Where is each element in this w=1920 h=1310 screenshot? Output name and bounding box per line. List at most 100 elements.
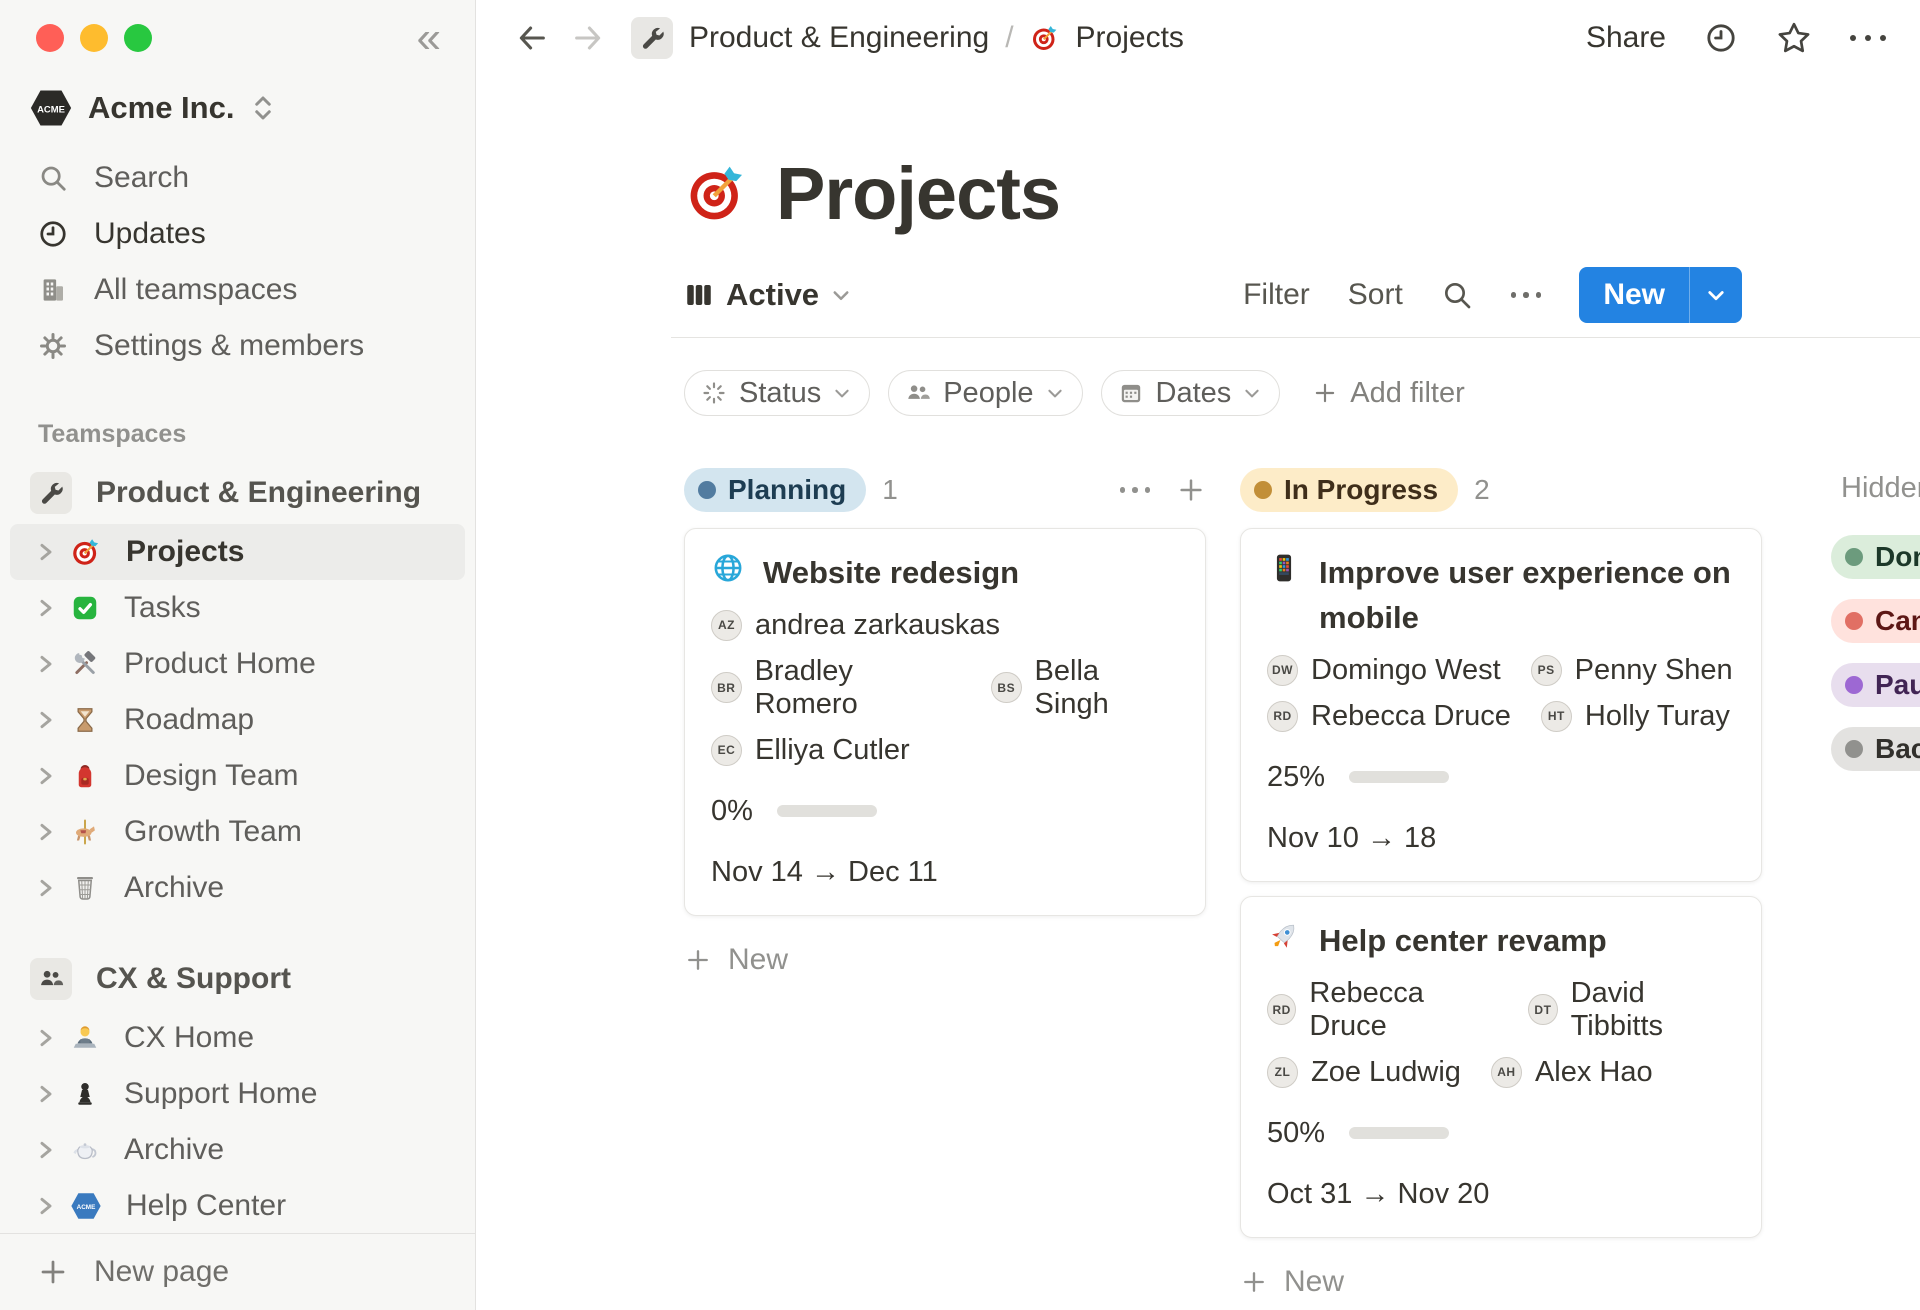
sidebar-item-tasks[interactable]: Tasks [10,580,465,636]
sidebar-item-settings[interactable]: Settings & members [0,318,475,374]
chevron-right-icon [38,652,54,676]
column-add-icon[interactable] [1176,475,1206,505]
hidden-group-done[interactable]: Done [1831,535,1920,579]
minimize-window-button[interactable] [80,24,108,52]
new-button-dropdown-icon[interactable] [1690,285,1742,305]
progress-label: 0% [711,795,753,828]
building-icon [38,275,68,305]
chevron-right-icon [38,708,54,732]
hidden-group-canceled[interactable]: Canceled [1831,599,1920,643]
sidebar-item-archive-cx[interactable]: Archive [10,1122,465,1178]
target-icon[interactable] [684,160,750,226]
sidebar-item-roadmap[interactable]: Roadmap [10,692,465,748]
breadcrumb-teamspace[interactable]: Product & Engineering [689,21,989,55]
sidebar-item-search[interactable]: Search [0,150,475,206]
person: AHAlex Hao [1491,1056,1653,1089]
breadcrumb-separator: / [1005,21,1013,55]
hidden-group-backlog[interactable]: Backlog [1831,727,1920,771]
column-count: 2 [1474,474,1490,506]
progress-bar [1349,1127,1449,1139]
new-button[interactable]: New [1579,267,1742,323]
status-dot [1254,481,1272,499]
chevron-down-icon [833,384,851,402]
clock-icon[interactable] [1704,21,1738,55]
search-icon[interactable] [1441,279,1473,311]
sidebar-item-product-home[interactable]: Product Home [10,636,465,692]
page-header: Projects [684,148,1920,238]
sidebar-item-growth-team[interactable]: Growth Team [10,804,465,860]
plus-icon [38,1257,68,1287]
topbar: Product & Engineering / Projects Share [477,0,1920,76]
add-filter-button[interactable]: Add filter [1312,377,1464,410]
chevron-right-icon [38,1026,54,1050]
sidebar-item-all-teamspaces[interactable]: All teamspaces [0,262,475,318]
add-card-button-planning[interactable]: New [684,936,1206,984]
person: AZandrea zarkauskas [711,609,1000,642]
sidebar-item-archive-pe[interactable]: Archive [10,860,465,916]
column-options-icon[interactable] [1120,487,1151,493]
avatar: RD [1267,701,1298,732]
sidebar-item-projects[interactable]: Projects [10,524,465,580]
project-card-help-center-revamp[interactable]: Help center revamp RDRebecca Druce DTDav… [1240,896,1762,1238]
sidebar-item-support-home[interactable]: Support Home [10,1066,465,1122]
collapse-sidebar-icon[interactable]: « [417,16,441,60]
wrench-icon [631,17,673,59]
sidebar: « ACME Acme Inc. Search Updates All team… [0,0,476,1310]
more-options-icon[interactable] [1850,35,1886,41]
sidebar-item-help-center[interactable]: ACME Help Center [10,1178,465,1234]
back-arrow-icon[interactable] [515,21,549,55]
status-dot [1845,548,1863,566]
person: ZLZoe Ludwig [1267,1056,1461,1089]
status-filter-chip[interactable]: Status [684,370,870,416]
status-pill-planning[interactable]: Planning [684,468,866,512]
share-button[interactable]: Share [1586,21,1666,55]
project-card-website-redesign[interactable]: Website redesign AZandrea zarkauskas BRB… [684,528,1206,916]
forward-arrow-icon[interactable] [571,21,605,55]
close-window-button[interactable] [36,24,64,52]
plus-icon [1240,1268,1268,1296]
target-icon [70,536,102,568]
breadcrumb-page[interactable]: Projects [1076,21,1184,55]
sidebar-item-cx-home[interactable]: CX Home [10,1010,465,1066]
chevron-right-icon [38,596,54,620]
new-page-button[interactable]: New page [0,1234,475,1310]
globe-icon [711,551,745,596]
rocket-icon [1267,919,1301,964]
wastebasket-icon [70,873,100,903]
filter-button[interactable]: Filter [1243,278,1310,312]
kanban-board: Planning 1 Website redesign AZandrea zar… [684,468,1920,1306]
chevron-down-icon [831,285,851,305]
status-dot [1845,676,1863,694]
date-range: Nov 14 → Dec 11 [711,856,1179,889]
star-icon[interactable] [1776,20,1812,56]
acme-blue-hexagon-icon: ACME [70,1192,102,1220]
teamspace-cx-support[interactable]: CX & Support [0,948,475,1010]
chevron-right-icon [38,1194,54,1218]
project-card-improve-mobile-ux[interactable]: Improve user experience on mobile DWDomi… [1240,528,1762,882]
sort-button[interactable]: Sort [1348,278,1403,312]
sidebar-item-design-team[interactable]: Design Team [10,748,465,804]
workspace-switcher[interactable]: ACME Acme Inc. [30,88,276,128]
dates-filter-chip[interactable]: Dates [1101,370,1281,416]
progress-row: 25% [1267,761,1735,794]
teamspace-product-engineering[interactable]: Product & Engineering [0,462,475,524]
column-count: 1 [882,474,898,506]
people-filter-chip[interactable]: People [888,370,1082,416]
person: ECElliya Cutler [711,734,910,767]
sidebar-item-updates[interactable]: Updates [0,206,475,262]
zoom-window-button[interactable] [124,24,152,52]
add-card-button-in-progress[interactable]: New [1240,1258,1762,1306]
sidebar-footer: New page [0,1233,475,1310]
progress-label: 50% [1267,1117,1325,1150]
progress-bar [1349,771,1449,783]
hidden-group-paused[interactable]: Paused [1831,663,1920,707]
view-options-icon[interactable] [1511,292,1542,298]
person: PSPenny Shen [1531,654,1733,687]
progress-row: 0% [711,795,1179,828]
calendar-icon [1118,380,1144,406]
workspace-logo: ACME [30,88,72,128]
workspace-selector-icon [250,93,276,123]
window-controls[interactable] [36,24,152,52]
status-pill-in-progress[interactable]: In Progress [1240,468,1458,512]
view-tab-active[interactable]: Active [684,277,851,313]
